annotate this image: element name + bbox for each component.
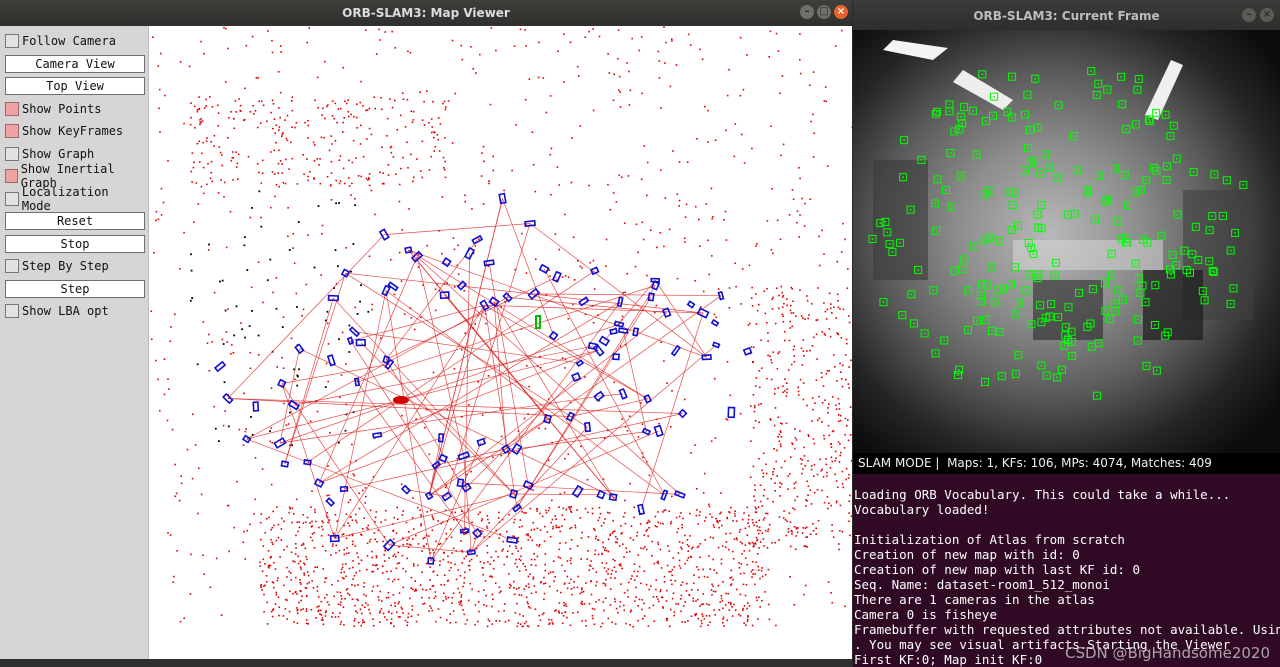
- checkbox-box[interactable]: [5, 146, 19, 161]
- checkbox-label: Show Points: [22, 101, 102, 116]
- checkbox-label: Follow Camera: [22, 34, 116, 48]
- top-view-button[interactable]: Top View: [5, 77, 145, 95]
- terminal-line: Seq. Name: dataset-room1_512_monoi: [854, 577, 1110, 592]
- minimize-icon[interactable]: –: [800, 5, 814, 19]
- current-frame-title: ORB-SLAM3: Current Frame: [973, 9, 1160, 23]
- terminal-line: Camera 0 is fisheye: [854, 607, 997, 622]
- checkbox-box[interactable]: [5, 34, 19, 48]
- map-points: [150, 26, 852, 628]
- terminal-line: Creation of new map with id: 0: [854, 547, 1080, 562]
- terminal-lines: Loading ORB Vocabulary. This could take …: [854, 487, 1280, 667]
- checkbox-box[interactable]: [5, 169, 18, 183]
- checkbox-label: Show LBA opt: [22, 304, 109, 318]
- show-graph-checkbox[interactable]: Show Graph: [5, 145, 143, 163]
- map-viewer-title: ORB-SLAM3: Map Viewer: [342, 6, 510, 20]
- checkbox-box[interactable]: [5, 124, 19, 138]
- checkbox-box[interactable]: [5, 101, 19, 116]
- show-keyframes-checkbox[interactable]: Show KeyFrames: [5, 122, 143, 140]
- checkbox-label: Show Graph: [22, 146, 95, 161]
- reference-points: [189, 190, 370, 447]
- terminal-line: There are 1 cameras in the atlas: [854, 592, 1095, 607]
- checkbox-label: Step By Step: [22, 259, 109, 273]
- map-viewer-window: ORB-SLAM3: Map Viewer – □ × Follow Camer…: [0, 0, 852, 667]
- map-viewer-titlebar[interactable]: ORB-SLAM3: Map Viewer – □ ×: [0, 0, 852, 26]
- reset-button[interactable]: Reset: [5, 212, 145, 230]
- trajectory-marker: [393, 396, 409, 404]
- map-canvas[interactable]: [149, 26, 852, 667]
- step-by-step-checkbox[interactable]: Step By Step: [5, 257, 143, 275]
- close-icon[interactable]: ×: [834, 5, 848, 19]
- terminal-line: Vocabulary loaded!: [854, 502, 990, 517]
- checkbox-box[interactable]: [5, 304, 19, 318]
- terminal-line: Creation of new map with last KF id: 0: [854, 562, 1140, 577]
- localization-mode-checkbox[interactable]: Localization Mode: [5, 185, 143, 213]
- terminal-line: Framebuffer with requested attributes no…: [854, 622, 1280, 637]
- show-inertial-graph-checkbox[interactable]: Show Inertial Graph: [5, 162, 143, 190]
- camera-view-button[interactable]: Camera View: [5, 54, 145, 73]
- show-points-checkbox[interactable]: Show Points: [5, 100, 143, 118]
- minimize-icon[interactable]: –: [1242, 8, 1256, 22]
- watermark-text: CSDN @BigHandsome2020: [1064, 644, 1270, 662]
- step-button[interactable]: Step: [5, 279, 145, 298]
- stop-button[interactable]: Stop: [5, 234, 145, 253]
- terminal-output[interactable]: Loading ORB Vocabulary. This could take …: [853, 474, 1280, 667]
- window-bottom-edge: [0, 659, 852, 667]
- terminal-line: Loading ORB Vocabulary. This could take …: [854, 487, 1231, 502]
- show-lba-opt-checkbox[interactable]: Show LBA opt: [5, 302, 143, 320]
- slam-status-bar: SLAM MODE | Maps: 1, KFs: 106, MPs: 4074…: [853, 453, 1280, 474]
- control-panel: Follow Camera Camera View Top View Show Poi…: [0, 26, 149, 667]
- checkbox-label: Show KeyFrames: [22, 124, 124, 138]
- follow-camera-checkbox[interactable]: Follow Camera: [5, 32, 143, 50]
- maximize-icon[interactable]: □: [817, 5, 831, 19]
- checkbox-box[interactable]: [5, 259, 19, 273]
- current-frame-window: ORB-SLAM3: Current Frame – × SLAM MODE |…: [853, 0, 1280, 474]
- tracked-features-overlay: [868, 40, 1253, 400]
- current-camera-marker: [535, 315, 541, 329]
- checkbox-box[interactable]: [5, 191, 19, 206]
- checkbox-label: Localization Mode: [21, 184, 109, 213]
- current-frame-titlebar[interactable]: ORB-SLAM3: Current Frame – ×: [853, 0, 1280, 30]
- terminal-line: Initialization of Atlas from scratch: [854, 532, 1125, 547]
- room-shapes: [873, 40, 1253, 340]
- map-point-cloud: [150, 26, 852, 628]
- close-icon[interactable]: ×: [1260, 8, 1274, 22]
- camera-frame-image: [853, 30, 1280, 453]
